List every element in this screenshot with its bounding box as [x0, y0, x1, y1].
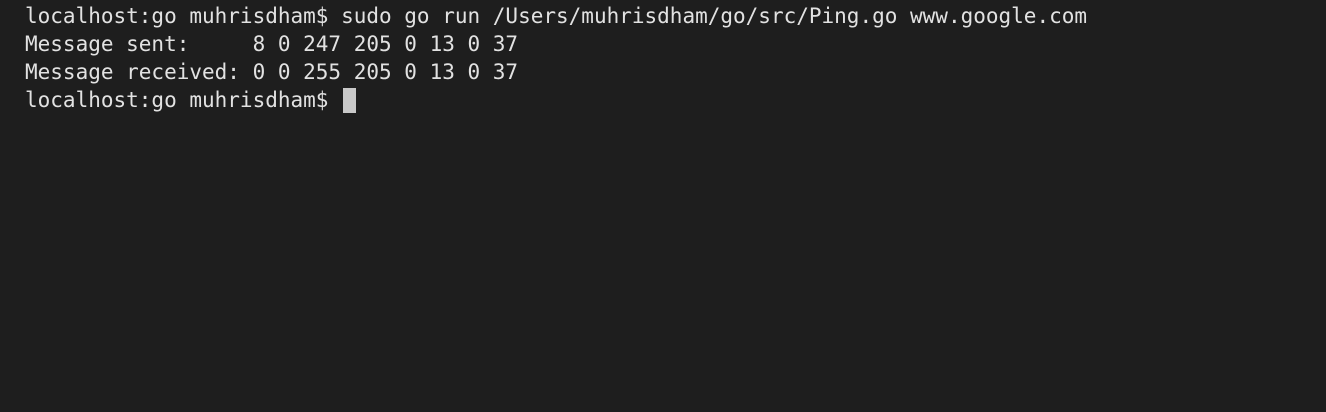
terminal-line-command: localhost:go muhrisdham$ sudo go run /Us… [25, 2, 1326, 30]
command-text: localhost:go muhrisdham$ sudo go run /Us… [25, 4, 1088, 28]
text-cursor [343, 87, 357, 113]
terminal-line-output-received: Message received: 0 0 255 205 0 13 0 37 [25, 58, 1326, 86]
terminal-line-output-sent: Message sent: 8 0 247 205 0 13 0 37 [25, 30, 1326, 58]
prompt-text: localhost:go muhrisdham$ [25, 88, 342, 112]
output-sent-text: Message sent: 8 0 247 205 0 13 0 37 [25, 32, 519, 56]
output-received-text: Message received: 0 0 255 205 0 13 0 37 [25, 60, 519, 84]
terminal-line-prompt[interactable]: localhost:go muhrisdham$ [25, 86, 1326, 114]
terminal-window[interactable]: localhost:go muhrisdham$ sudo go run /Us… [0, 0, 1326, 412]
